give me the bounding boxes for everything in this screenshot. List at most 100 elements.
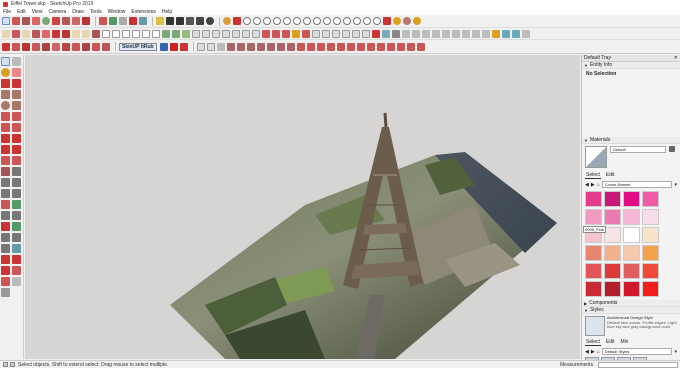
- scale-tool-icon[interactable]: [1, 156, 10, 165]
- tool-t-icon[interactable]: [386, 42, 395, 51]
- extension-warehouse-icon[interactable]: [1, 266, 10, 275]
- curve-2-icon[interactable]: [132, 29, 140, 38]
- style-20-icon[interactable]: [482, 29, 490, 38]
- solid-2-icon[interactable]: [272, 29, 280, 38]
- cloud-8-icon[interactable]: [313, 17, 321, 25]
- ext-10-icon[interactable]: [92, 42, 100, 51]
- tool-m-icon[interactable]: [316, 42, 325, 51]
- extension-2-icon[interactable]: [403, 17, 411, 25]
- material-swatch[interactable]: [585, 281, 602, 297]
- menu-extensions[interactable]: Extensions: [131, 9, 155, 15]
- styles-header[interactable]: ▼ Styles: [582, 307, 680, 314]
- follow-me-tool-icon[interactable]: [12, 145, 21, 154]
- cloud-1-icon[interactable]: [243, 17, 251, 25]
- material-swatch[interactable]: [642, 245, 659, 261]
- view-front-icon[interactable]: [212, 29, 220, 38]
- tool-b-icon[interactable]: [206, 42, 215, 51]
- extension-1-icon[interactable]: [393, 17, 401, 25]
- toggle-terrain-icon[interactable]: [1, 288, 10, 297]
- zoom-window-icon[interactable]: [12, 211, 21, 220]
- tool-a-icon[interactable]: [196, 42, 205, 51]
- position-camera-icon[interactable]: [1, 233, 10, 242]
- styles-library-dropdown[interactable]: Default Styles: [601, 348, 673, 355]
- select-arrow-icon[interactable]: [1, 57, 10, 66]
- materials-tab-edit[interactable]: Edit: [605, 172, 616, 179]
- model-viewport[interactable]: [25, 55, 580, 359]
- ruby-console-icon[interactable]: [1, 255, 10, 264]
- text-tool-icon[interactable]: [12, 178, 21, 187]
- create-material-icon[interactable]: [669, 146, 675, 152]
- material-swatch[interactable]: [642, 209, 659, 225]
- cloud-4-icon[interactable]: [273, 17, 281, 25]
- tool-s-icon[interactable]: [376, 42, 385, 51]
- paint-bucket-icon[interactable]: [1, 68, 10, 77]
- style-1-icon[interactable]: [292, 29, 300, 38]
- details-icon[interactable]: ▾: [674, 182, 677, 188]
- tray-close-icon[interactable]: ✕: [674, 55, 678, 61]
- ext-13-icon[interactable]: [169, 42, 178, 51]
- home-icon[interactable]: ⌂: [597, 182, 600, 188]
- offset-icon[interactable]: [62, 29, 70, 38]
- move-icon[interactable]: [62, 17, 70, 25]
- style-10-icon[interactable]: [382, 29, 390, 38]
- info-icon[interactable]: [3, 362, 8, 367]
- style-13-icon[interactable]: [412, 29, 420, 38]
- ext-2-icon[interactable]: [12, 42, 20, 51]
- follow-me-icon[interactable]: [72, 29, 80, 38]
- tool-o-icon[interactable]: [336, 42, 345, 51]
- eraser-tool-icon[interactable]: [12, 68, 21, 77]
- style-7-icon[interactable]: [352, 29, 360, 38]
- tool-k-icon[interactable]: [296, 42, 305, 51]
- dimension-icon[interactable]: [12, 167, 21, 176]
- material-swatch[interactable]: [585, 263, 602, 279]
- menu-edit[interactable]: Edit: [17, 9, 26, 15]
- tool-h-icon[interactable]: [266, 42, 275, 51]
- rectangle-tool-icon[interactable]: [1, 90, 10, 99]
- tool-g-icon[interactable]: [256, 42, 265, 51]
- material-swatch[interactable]: [623, 227, 640, 243]
- ext-12-icon[interactable]: [159, 42, 168, 51]
- style-21-icon[interactable]: [492, 29, 500, 38]
- freehand-icon[interactable]: [12, 29, 20, 38]
- material-swatch[interactable]: [623, 191, 640, 207]
- tool-r-icon[interactable]: [366, 42, 375, 51]
- material-swatch[interactable]: [642, 191, 659, 207]
- ext-5-icon[interactable]: [42, 42, 50, 51]
- line-tool-icon[interactable]: [1, 79, 10, 88]
- material-swatch[interactable]: [623, 245, 640, 261]
- curve-4-icon[interactable]: [152, 29, 160, 38]
- warehouse-tool-icon[interactable]: [12, 255, 21, 264]
- entity-info-header[interactable]: ▼ Entity Info: [582, 62, 680, 69]
- tool-i-icon[interactable]: [276, 42, 285, 51]
- tool-u-icon[interactable]: [396, 42, 405, 51]
- styles-details-icon[interactable]: ▾: [674, 349, 677, 355]
- styles-tab-mix[interactable]: Mix: [620, 339, 630, 346]
- material-swatch[interactable]: [623, 281, 640, 297]
- protractor-icon[interactable]: [1, 178, 10, 187]
- style-9-icon[interactable]: [372, 29, 380, 38]
- styles-home-icon[interactable]: ⌂: [597, 349, 600, 355]
- material-swatch[interactable]: [585, 245, 602, 261]
- style-2-icon[interactable]: [302, 29, 310, 38]
- arc-icon[interactable]: [32, 17, 40, 25]
- ext-6-icon[interactable]: [52, 42, 60, 51]
- extension-3-icon[interactable]: [413, 17, 421, 25]
- tool-l-icon[interactable]: [306, 42, 315, 51]
- circle-tool-icon[interactable]: [1, 101, 10, 110]
- tool-v-icon[interactable]: [406, 42, 415, 51]
- cloud-3-icon[interactable]: [263, 17, 271, 25]
- style-22-icon[interactable]: [502, 29, 510, 38]
- style-4-icon[interactable]: [322, 29, 330, 38]
- view-right-icon[interactable]: [222, 29, 230, 38]
- share-model-icon[interactable]: [1, 277, 10, 286]
- view-bottom-icon[interactable]: [252, 29, 260, 38]
- material-swatch[interactable]: [642, 263, 659, 279]
- menu-window[interactable]: Window: [108, 9, 126, 15]
- arc-2pt-tool-icon[interactable]: [12, 112, 21, 121]
- library-dropdown[interactable]: Colors-Named: [601, 181, 673, 188]
- material-swatch[interactable]: [623, 263, 640, 279]
- select-tool-icon[interactable]: [2, 17, 10, 25]
- cloud-9-icon[interactable]: [323, 17, 331, 25]
- style-12-icon[interactable]: [402, 29, 410, 38]
- style-16-icon[interactable]: [442, 29, 450, 38]
